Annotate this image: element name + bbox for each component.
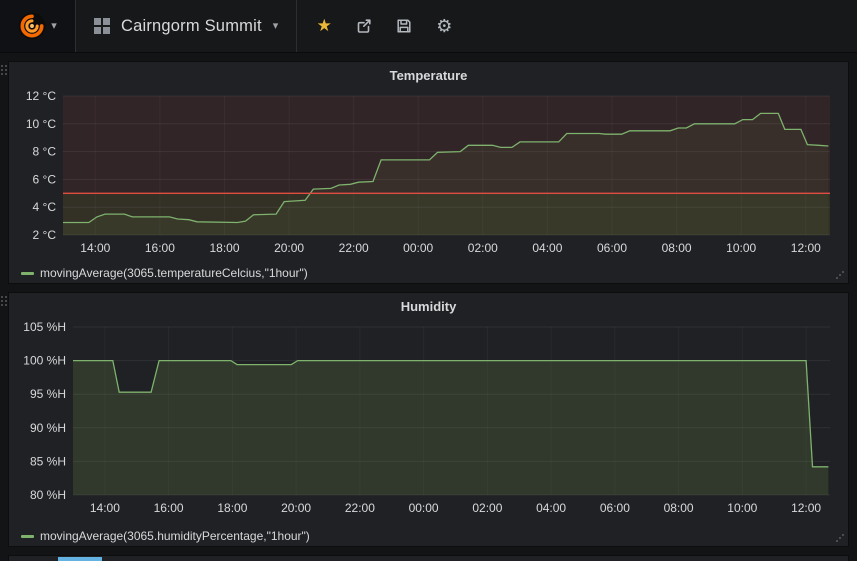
save-icon (395, 17, 413, 35)
svg-text:10 °C: 10 °C (26, 117, 56, 131)
panel-resize-handle[interactable] (842, 271, 844, 273)
humidity-panel: Humidity 105 %H 100 %H 95 %H 90 %H 85 %H 80 %… (8, 292, 849, 547)
svg-text:16:00: 16:00 (145, 241, 175, 255)
svg-text:16:00: 16:00 (154, 501, 184, 515)
dashboard-settings-button[interactable]: ⚙ (427, 9, 461, 43)
svg-text:100 %H: 100 %H (23, 354, 66, 368)
top-navbar: ▾ Cairngorm Summit ▾ ★ ⚙ (0, 0, 857, 53)
star-icon: ★ (317, 16, 332, 36)
dashboard-grid-icon (94, 18, 110, 34)
svg-text:18:00: 18:00 (217, 501, 247, 515)
humidity-chart[interactable]: 105 %H 100 %H 95 %H 90 %H 85 %H 80 %H 14:00 16:… (17, 319, 842, 524)
svg-text:06:00: 06:00 (597, 241, 627, 255)
svg-text:18:00: 18:00 (209, 241, 239, 255)
humidity-panel-title[interactable]: Humidity (9, 293, 848, 319)
svg-text:90 %H: 90 %H (30, 421, 66, 435)
svg-text:80 %H: 80 %H (30, 488, 66, 502)
svg-text:22:00: 22:00 (339, 241, 369, 255)
svg-text:14:00: 14:00 (90, 501, 120, 515)
svg-text:08:00: 08:00 (662, 241, 692, 255)
svg-text:2 °C: 2 °C (33, 228, 57, 242)
series-color-marker[interactable] (21, 535, 34, 538)
svg-text:22:00: 22:00 (345, 501, 375, 515)
gear-icon: ⚙ (436, 16, 452, 37)
star-dashboard-button[interactable]: ★ (307, 9, 341, 43)
temperature-legend-item[interactable]: movingAverage(3065.temperatureCelcius,"1… (9, 261, 848, 285)
svg-text:02:00: 02:00 (468, 241, 498, 255)
svg-text:12:00: 12:00 (791, 501, 821, 515)
svg-text:20:00: 20:00 (281, 501, 311, 515)
series-label: movingAverage(3065.humidityPercentage,"1… (40, 529, 310, 543)
svg-text:06:00: 06:00 (600, 501, 630, 515)
svg-text:14:00: 14:00 (80, 241, 110, 255)
temperature-chart[interactable]: 12 °C 10 °C 8 °C 6 °C 4 °C 2 °C 14:00 16:00 18:0… (17, 88, 842, 261)
svg-text:95 %H: 95 %H (30, 387, 66, 401)
row-drag-handle[interactable] (1, 296, 7, 306)
svg-text:105 %H: 105 %H (23, 320, 66, 334)
svg-text:8 °C: 8 °C (33, 145, 57, 159)
dashboard-caret-icon: ▾ (273, 21, 279, 32)
svg-text:10:00: 10:00 (726, 241, 756, 255)
main-menu-caret-icon: ▾ (51, 21, 57, 32)
svg-text:12:00: 12:00 (791, 241, 821, 255)
svg-text:6 °C: 6 °C (33, 172, 57, 186)
navbar-actions: ★ ⚙ (297, 0, 461, 52)
temperature-panel: Temperature 12 °C 10 °C 8 °C 6 °C 4 °C 2 °C 14… (8, 61, 849, 284)
svg-text:4 °C: 4 °C (33, 200, 57, 214)
svg-text:85 %H: 85 %H (30, 454, 66, 468)
svg-text:00:00: 00:00 (409, 501, 439, 515)
series-color-marker[interactable] (21, 272, 34, 275)
svg-text:08:00: 08:00 (664, 501, 694, 515)
dashboard-picker[interactable]: Cairngorm Summit ▾ (76, 0, 297, 52)
share-icon (355, 17, 373, 35)
next-row-panel-partial (8, 555, 849, 561)
panel-resize-handle[interactable] (842, 534, 844, 536)
series-label: movingAverage(3065.temperatureCelcius,"1… (40, 266, 308, 280)
share-dashboard-button[interactable] (347, 9, 381, 43)
save-dashboard-button[interactable] (387, 9, 421, 43)
next-row-series-partial (58, 557, 102, 561)
svg-text:10:00: 10:00 (727, 501, 757, 515)
svg-text:02:00: 02:00 (472, 501, 502, 515)
dashboard-canvas: Temperature 12 °C 10 °C 8 °C 6 °C 4 °C 2 °C 14… (0, 53, 857, 561)
svg-text:04:00: 04:00 (532, 241, 562, 255)
svg-text:04:00: 04:00 (536, 501, 566, 515)
svg-text:00:00: 00:00 (403, 241, 433, 255)
temperature-panel-title[interactable]: Temperature (9, 62, 848, 88)
grafana-logo-icon (18, 12, 46, 40)
svg-text:12 °C: 12 °C (26, 89, 56, 103)
dashboard-title: Cairngorm Summit (121, 17, 262, 36)
grafana-main-menu[interactable]: ▾ (0, 0, 76, 52)
row-drag-handle[interactable] (1, 65, 7, 75)
svg-text:20:00: 20:00 (274, 241, 304, 255)
humidity-legend-item[interactable]: movingAverage(3065.humidityPercentage,"1… (9, 524, 848, 548)
